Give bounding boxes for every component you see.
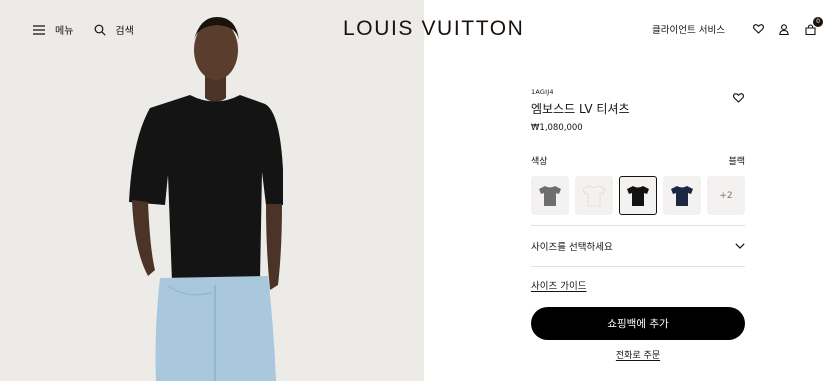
swatch-grey[interactable] — [531, 176, 569, 215]
header-right: 클라이언트 서비스 0 — [652, 17, 823, 36]
grey-tshirt-icon — [539, 185, 561, 206]
top-header: 메뉴 검색 LOUIS VUITTON 클라이언트 서비스 0 — [0, 0, 835, 60]
bag-count-badge: 0 — [813, 17, 823, 27]
search-button[interactable]: 검색 — [115, 22, 133, 37]
bag-icon[interactable]: 0 — [803, 17, 823, 36]
white-tshirt-icon — [582, 185, 606, 206]
user-icon[interactable] — [777, 22, 791, 36]
add-to-bag-button[interactable]: 쇼핑백에 추가 — [531, 307, 745, 340]
product-details: 1AGIJ4 엠보스드 LV 티셔츠 ₩1,080,000 색상 블랙 +2 사… — [531, 88, 745, 361]
color-row: 색상 블랙 — [531, 154, 745, 167]
more-colors-button[interactable]: +2 — [707, 176, 745, 215]
color-label: 색상 — [531, 157, 548, 167]
swatch-navy[interactable] — [663, 176, 701, 215]
selected-color-label: 블랙 — [728, 157, 745, 167]
brand-logo[interactable]: LOUIS VUITTON — [343, 17, 524, 41]
navy-tshirt-icon — [671, 185, 693, 206]
product-sku: 1AGIJ4 — [531, 88, 554, 96]
heart-icon[interactable] — [751, 22, 765, 36]
black-tshirt-icon — [627, 185, 649, 206]
search-icon[interactable] — [93, 23, 107, 37]
client-service-link[interactable]: 클라이언트 서비스 — [652, 22, 725, 36]
wishlist-heart-icon[interactable] — [733, 88, 745, 103]
size-select-label: 사이즈를 선택하세요 — [531, 242, 613, 253]
size-guide-link[interactable]: 사이즈 가이드 — [531, 278, 586, 292]
menu-button[interactable]: 메뉴 — [55, 22, 73, 37]
swatch-black[interactable] — [619, 176, 657, 215]
product-price: ₩1,080,000 — [531, 123, 583, 133]
product-title: 엠보스드 LV 티셔츠 — [531, 102, 630, 116]
chevron-down-icon — [735, 241, 745, 252]
header-left: 메뉴 검색 — [32, 22, 134, 37]
size-select[interactable]: 사이즈를 선택하세요 — [531, 225, 745, 267]
color-swatches: +2 — [531, 176, 745, 215]
hamburger-icon[interactable] — [32, 23, 46, 37]
swatch-white[interactable] — [575, 176, 613, 215]
phone-order-link[interactable]: 전화로 주문 — [531, 348, 745, 361]
